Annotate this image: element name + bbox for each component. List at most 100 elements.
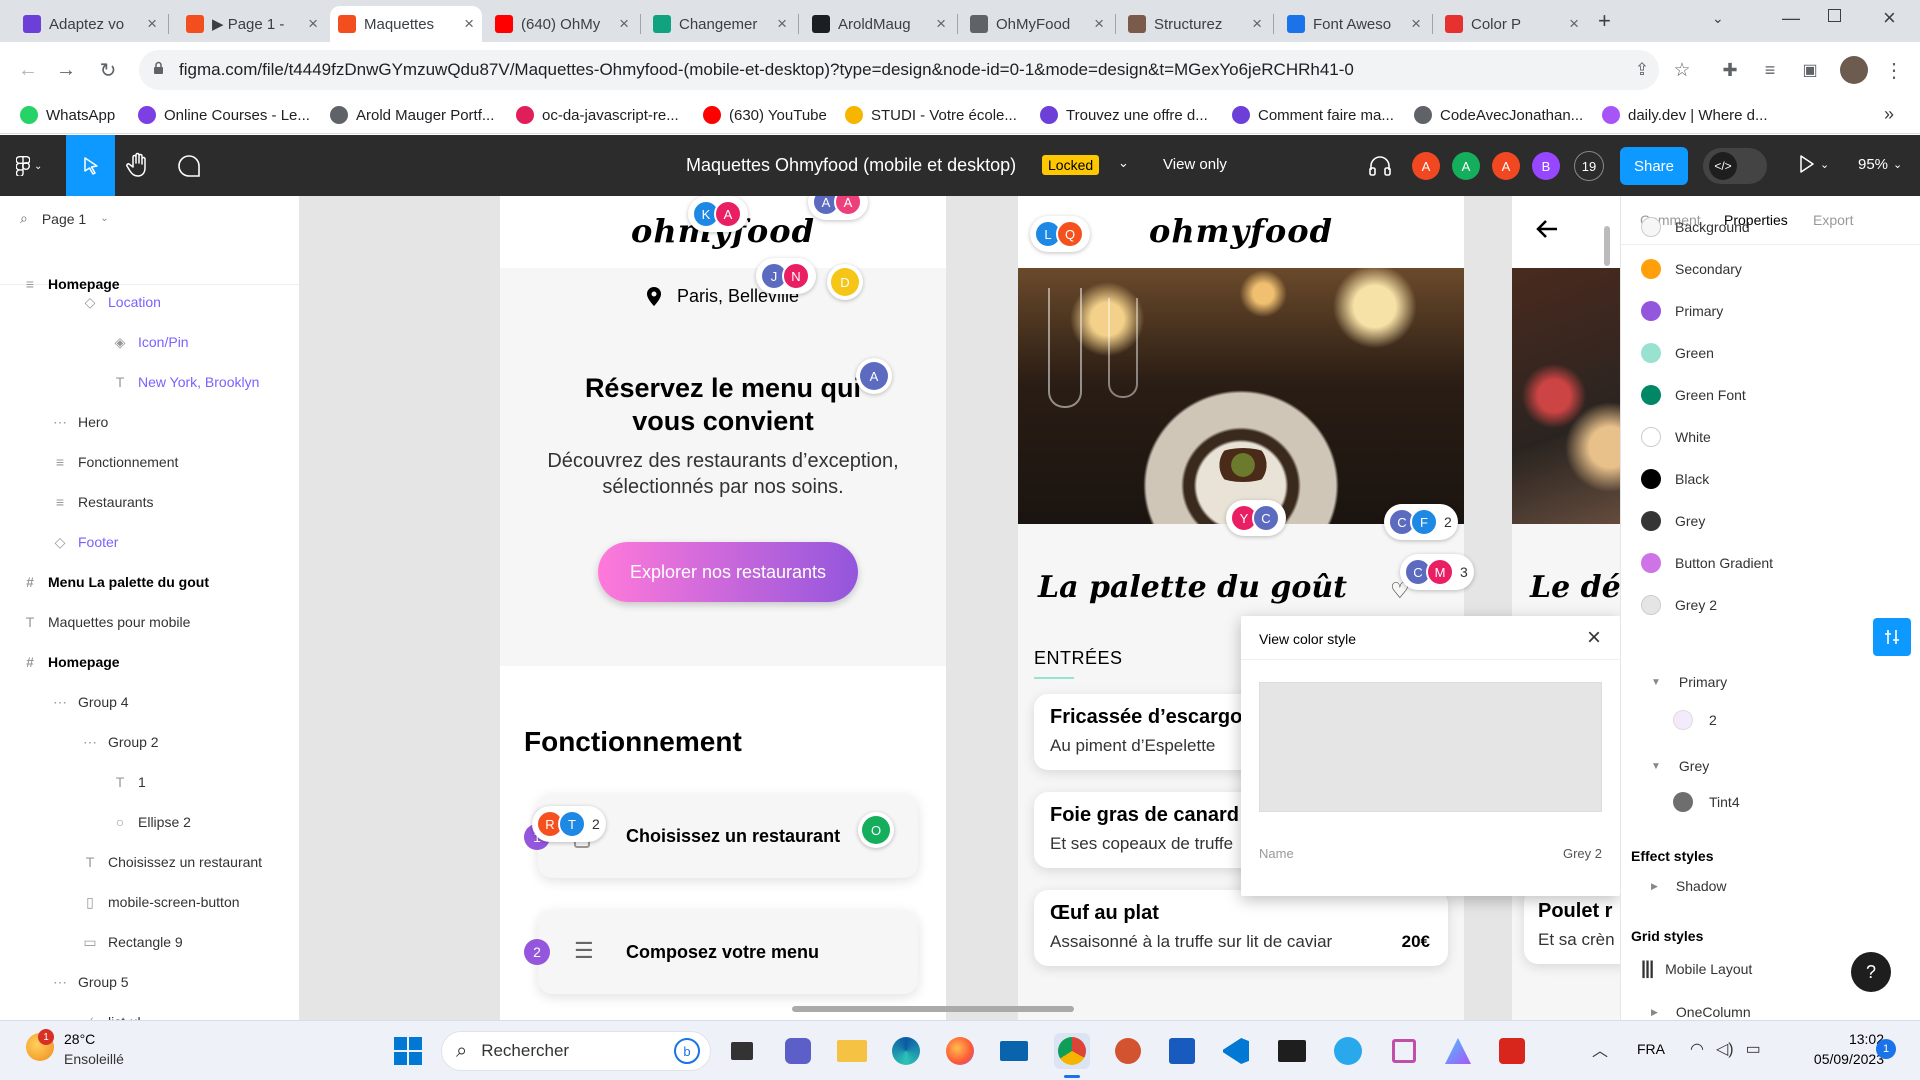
- extensions-icon[interactable]: ✚: [1716, 56, 1744, 84]
- tab-close-icon[interactable]: ×: [619, 14, 629, 34]
- notification-badge[interactable]: 1: [1876, 1039, 1896, 1059]
- powerpoint-icon[interactable]: [1110, 1033, 1146, 1069]
- cursor-pill[interactable]: CF2: [1384, 504, 1458, 540]
- tab-close-icon[interactable]: ×: [1252, 14, 1262, 34]
- color-style-item[interactable]: Button Gradient: [1641, 544, 1773, 582]
- share-button[interactable]: Share: [1620, 147, 1688, 185]
- color-style-item[interactable]: Secondary: [1641, 250, 1742, 288]
- tab-9[interactable]: Font Aweso ×: [1279, 6, 1429, 42]
- mail-icon[interactable]: [996, 1033, 1032, 1069]
- back-arrow-icon[interactable]: [1536, 220, 1558, 238]
- media-icon[interactable]: ≡: [1756, 56, 1784, 84]
- terminal-icon[interactable]: [1274, 1033, 1310, 1069]
- language-indicator[interactable]: FRA: [1637, 1041, 1665, 1057]
- vscode-icon[interactable]: [1218, 1033, 1254, 1069]
- tab-8[interactable]: Structurez ×: [1120, 6, 1270, 42]
- cursor-pill[interactable]: AA: [808, 196, 868, 220]
- bookmark-item[interactable]: STUDI - Votre école...: [845, 106, 1017, 124]
- new-tab-icon[interactable]: +: [1598, 8, 1611, 34]
- tab-7[interactable]: OhMyFood ×: [962, 6, 1112, 42]
- bookmark-item[interactable]: Trouvez une offre d...: [1040, 106, 1208, 124]
- tray-chevron-icon[interactable]: ︿: [1592, 1037, 1608, 1061]
- hand-tool-icon[interactable]: [126, 152, 150, 178]
- collaborator-avatar[interactable]: A: [1492, 152, 1520, 180]
- tab-close-icon[interactable]: ×: [1094, 14, 1104, 34]
- present-button[interactable]: ⌄: [1800, 155, 1829, 173]
- color-style-item[interactable]: Green Font: [1641, 376, 1746, 414]
- help-button[interactable]: ?: [1851, 952, 1891, 992]
- bookmark-item[interactable]: oc-da-javascript-re...: [516, 106, 679, 124]
- color-style-item[interactable]: Primary: [1641, 292, 1723, 330]
- color-style-item[interactable]: 2: [1673, 710, 1717, 730]
- layer-row[interactable]: T New York, Brooklyn: [112, 362, 260, 402]
- acrobat-icon[interactable]: [1494, 1033, 1530, 1069]
- comment-tool-icon[interactable]: [177, 154, 201, 178]
- back-icon[interactable]: ←: [14, 56, 42, 84]
- clock-time[interactable]: 13:02: [1820, 1031, 1884, 1047]
- zoom-menu[interactable]: 95% ⌄: [1858, 156, 1902, 173]
- sidepanel-icon[interactable]: ▣: [1796, 56, 1824, 84]
- layer-row[interactable]: T Choisissez un restaurant: [82, 842, 262, 882]
- tab-close-icon[interactable]: ×: [777, 14, 787, 34]
- clock-date[interactable]: 05/09/2023: [1796, 1051, 1884, 1067]
- tab-2[interactable]: ▶ Page 1 - ×: [178, 6, 326, 42]
- layer-row[interactable]: # Menu La palette du gout: [22, 562, 209, 602]
- color-style-item[interactable]: Grey: [1641, 502, 1705, 540]
- minimize-icon[interactable]: —: [1782, 8, 1800, 29]
- bookmark-item[interactable]: Comment faire ma...: [1232, 106, 1394, 124]
- collaborator-count[interactable]: 19: [1574, 151, 1604, 181]
- frame-menu[interactable]: ohmyfood La palette du goût ♡ ENTRÉES Fr…: [1018, 196, 1464, 1020]
- cursor-pill[interactable]: O: [858, 812, 894, 848]
- layer-row[interactable]: ⋯ Group 2: [82, 722, 159, 762]
- layer-row[interactable]: ⋯ Group 4: [52, 682, 129, 722]
- cursor-pill[interactable]: YC: [1226, 500, 1286, 536]
- tab-search-chevron-icon[interactable]: ⌄: [1712, 10, 1724, 27]
- group-primary[interactable]: ▼ Primary: [1651, 674, 1727, 690]
- url-field[interactable]: figma.com/file/t4449fzDnwGYmzuwQdu87V/Ma…: [139, 50, 1659, 90]
- task-view-icon[interactable]: [724, 1033, 760, 1069]
- layer-row[interactable]: ▭ Rectangle 9: [82, 922, 182, 962]
- color-style-item[interactable]: Tint4: [1673, 792, 1740, 812]
- dev-mode-toggle[interactable]: </>: [1703, 148, 1767, 184]
- tab-close-icon[interactable]: ×: [1411, 14, 1421, 34]
- firefox-icon[interactable]: [942, 1033, 978, 1069]
- cursor-pill[interactable]: RT2: [532, 806, 606, 842]
- tab-close-icon[interactable]: ×: [936, 14, 946, 34]
- file-title[interactable]: Maquettes Ohmyfood (mobile et desktop): [686, 155, 1016, 176]
- color-style-item[interactable]: Black: [1641, 460, 1709, 498]
- layer-row[interactable]: ◇ Location: [82, 282, 161, 322]
- close-icon[interactable]: ×: [1587, 624, 1601, 652]
- bookmark-item[interactable]: WhatsApp: [20, 106, 115, 124]
- title-chevron-icon[interactable]: ⌄: [1118, 155, 1129, 171]
- edge-icon[interactable]: [888, 1033, 924, 1069]
- layer-row[interactable]: ○ Ellipse 2: [112, 802, 191, 842]
- grid-mobile-layout[interactable]: ||| Mobile Layout: [1641, 958, 1752, 979]
- bookmark-item[interactable]: Online Courses - Le...: [138, 106, 310, 124]
- color-style-item[interactable]: Grey 2: [1641, 586, 1717, 624]
- effect-shadow[interactable]: ▶ Shadow: [1651, 878, 1727, 894]
- layer-row[interactable]: ⋯ Group 5: [52, 962, 129, 1002]
- file-explorer-icon[interactable]: [834, 1033, 870, 1069]
- weather-temp[interactable]: 28°C: [64, 1031, 95, 1047]
- layer-row[interactable]: ≡ Fonctionnement: [52, 442, 179, 482]
- bookmark-star-icon[interactable]: ☆: [1668, 56, 1696, 84]
- canvas-scrollbar[interactable]: [792, 1006, 1074, 1012]
- chrome-icon[interactable]: [1054, 1033, 1090, 1069]
- windows-start-icon[interactable]: [390, 1033, 426, 1069]
- profile-avatar[interactable]: [1840, 56, 1868, 84]
- teams-icon[interactable]: [780, 1033, 816, 1069]
- tab-1[interactable]: Adaptez vo ×: [15, 6, 165, 42]
- bing-icon[interactable]: b: [674, 1038, 700, 1064]
- tab-close-icon[interactable]: ×: [464, 14, 474, 34]
- layer-row[interactable]: ◈ Icon/Pin: [112, 322, 189, 362]
- layer-row[interactable]: ⁄list-ul: [82, 1002, 141, 1020]
- layer-row[interactable]: ⋯ Hero: [52, 402, 108, 442]
- bookmark-item[interactable]: daily.dev | Where d...: [1602, 106, 1768, 124]
- frame-homepage[interactable]: ohmyfood Paris, Belleville Réservez le m…: [500, 196, 946, 1020]
- search-icon[interactable]: ⌕: [20, 210, 28, 227]
- tab-10[interactable]: Color P ×: [1437, 6, 1587, 42]
- bookmark-item[interactable]: CodeAvecJonathan...: [1414, 106, 1583, 124]
- view-mode-label[interactable]: View only: [1163, 156, 1227, 173]
- tab-export[interactable]: Export: [1813, 212, 1853, 228]
- adjust-icon[interactable]: [1873, 618, 1911, 656]
